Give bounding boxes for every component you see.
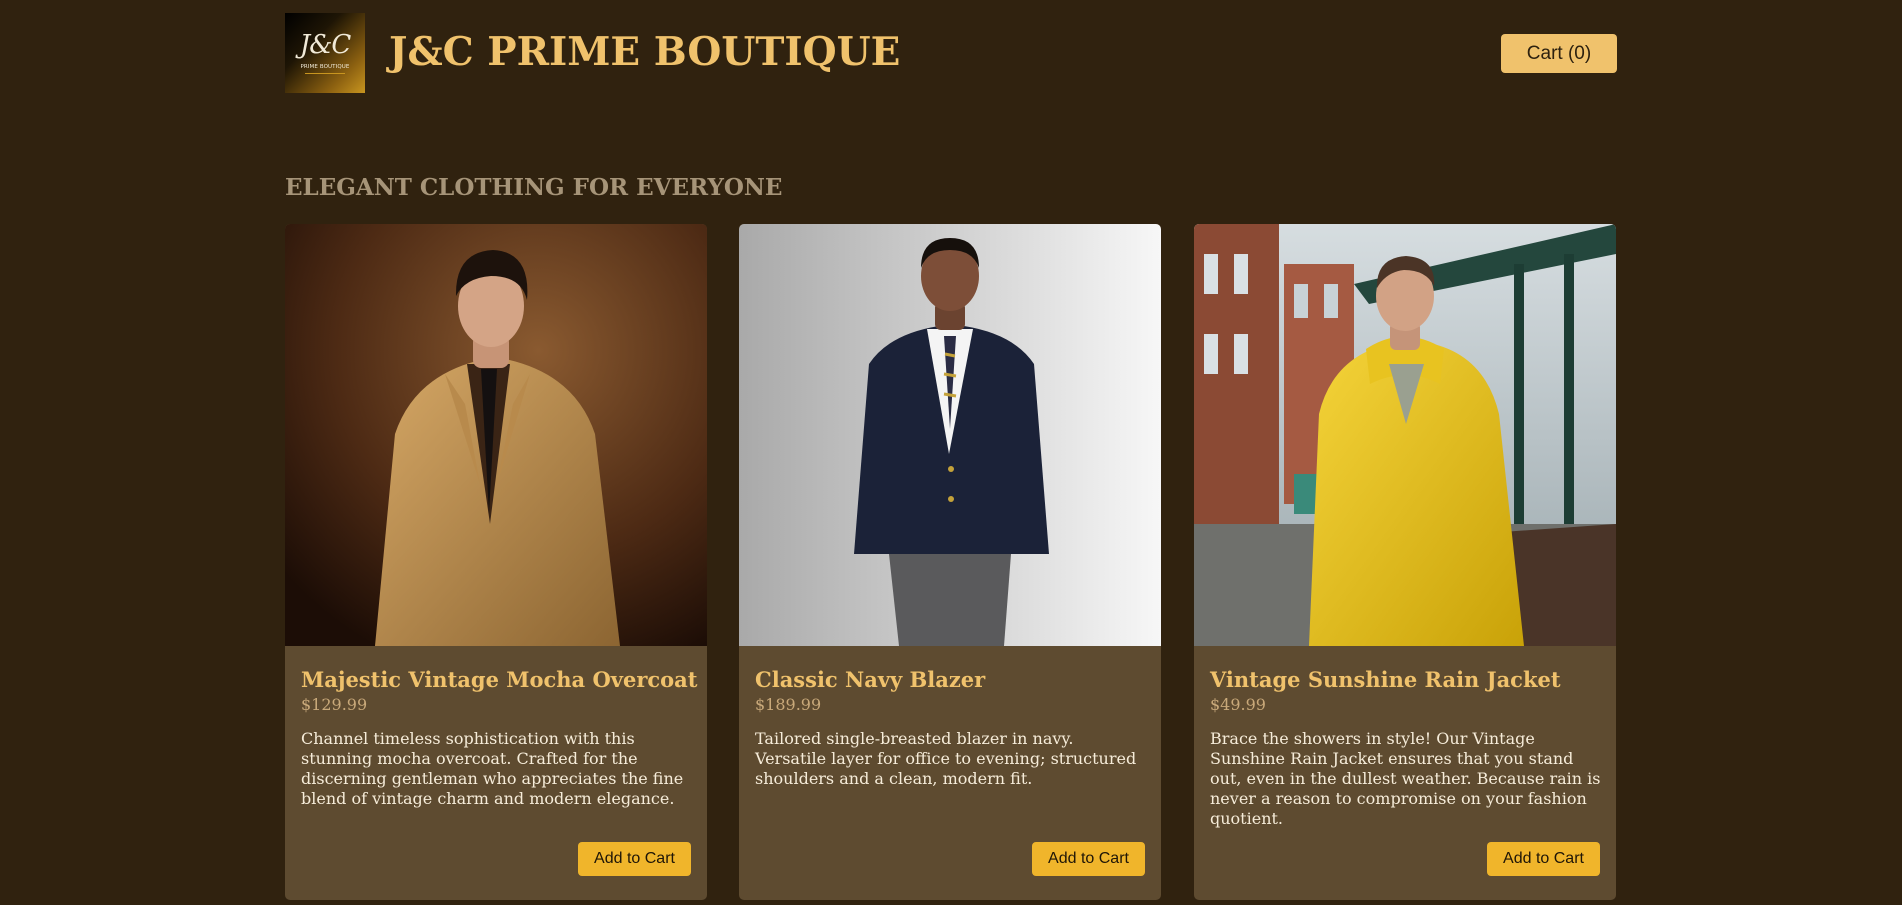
product-name[interactable]: Vintage Sunshine Rain Jacket [1210,665,1561,695]
product-name[interactable]: Classic Navy Blazer [755,665,985,695]
add-to-cart-button[interactable]: Add to Cart [1032,842,1145,876]
add-to-cart-button[interactable]: Add to Cart [578,842,691,876]
site-header: J&C PRIME BOUTIQUE J&C PRIME BOUTIQUE Ca… [285,13,1617,93]
logo-monogram: J&C [299,30,351,60]
product-price: $129.99 [301,695,368,714]
product-image [739,224,1161,646]
product-description: Channel timeless sophistication with thi… [301,729,684,808]
product-card: Vintage Sunshine Rain Jacket $49.99 Brac… [1194,224,1616,900]
section-title: ELEGANT CLOTHING FOR EVERYONE [285,174,783,201]
logo-subtitle: PRIME BOUTIQUE [300,64,350,70]
product-name[interactable]: Majestic Vintage Mocha Overcoat [301,665,698,695]
product-image-blazer [739,224,1161,646]
product-card: Classic Navy Blazer $189.99 Tailored sin… [739,224,1161,900]
brand-title: J&C PRIME BOUTIQUE [389,29,901,75]
product-image [285,224,707,646]
add-to-cart-button[interactable]: Add to Cart [1487,842,1600,876]
product-card: Majestic Vintage Mocha Overcoat $129.99 … [285,224,707,900]
product-price: $49.99 [1210,695,1266,714]
product-image-overcoat [285,224,707,646]
product-price: $189.99 [755,695,822,714]
product-image [1194,224,1616,646]
logo-divider [305,73,345,74]
product-description: Tailored single-breasted blazer in navy.… [755,729,1137,788]
product-image-rain-jacket [1194,224,1616,646]
cart-button[interactable]: Cart (0) [1501,34,1617,73]
product-description: Brace the showers in style! Our Vintage … [1210,729,1601,828]
brand-logo[interactable]: J&C PRIME BOUTIQUE [285,13,365,93]
